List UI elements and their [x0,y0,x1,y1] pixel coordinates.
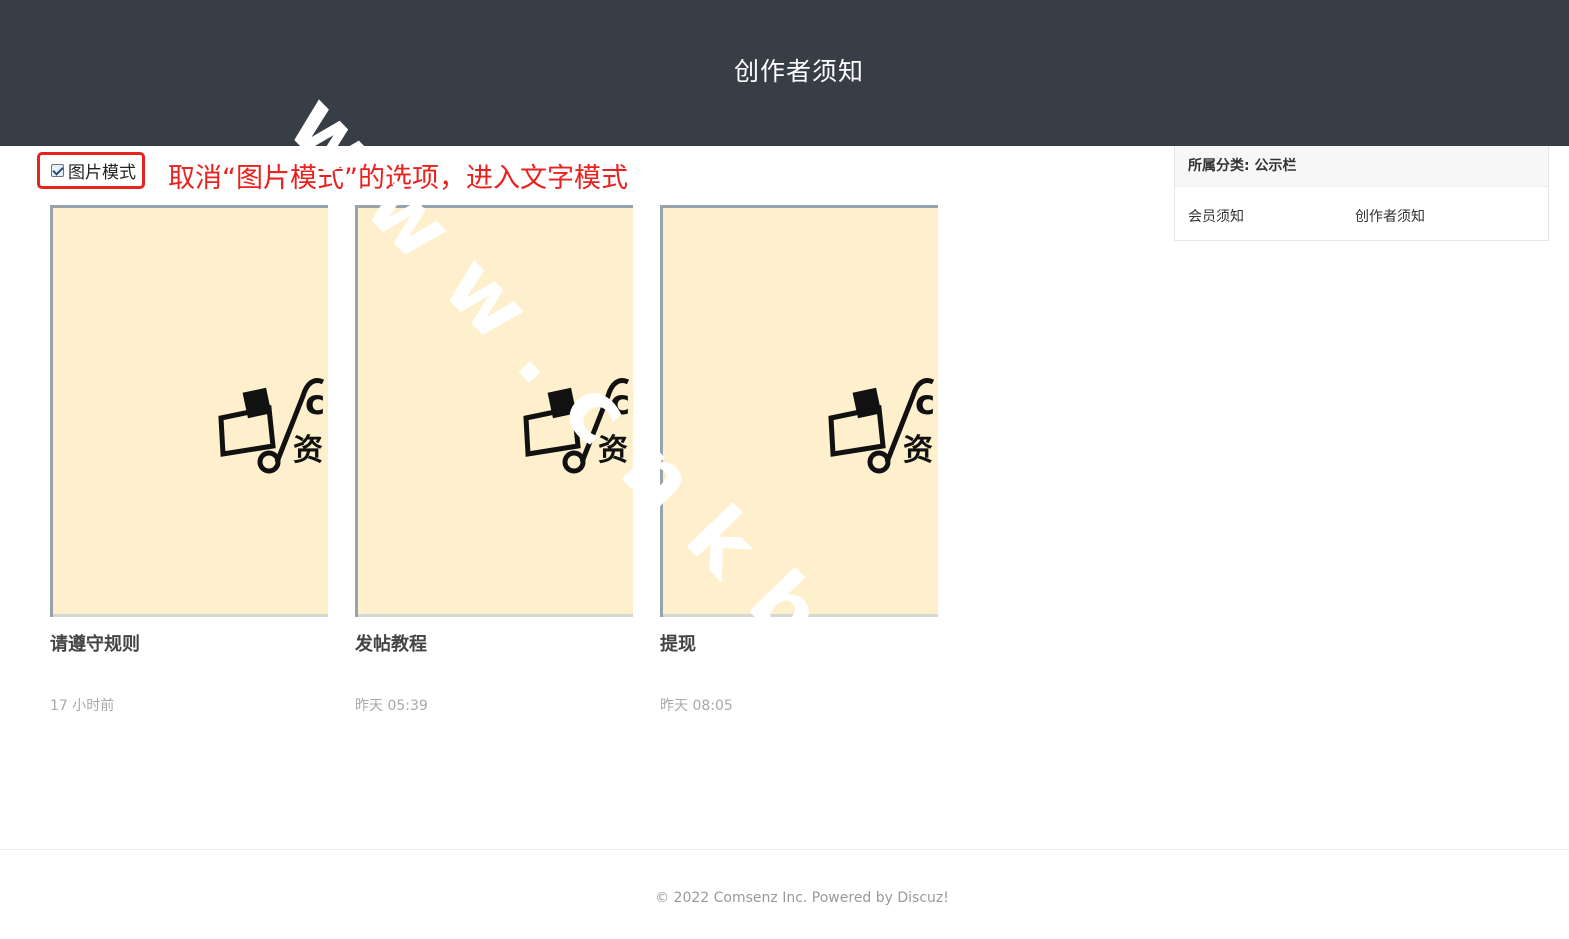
post-time: 17 小时前 [50,698,115,714]
svg-text:cr: cr [610,383,633,423]
delivery-cart-logo-icon: cr 资 [828,378,938,474]
annotation-hint: 取消“图片模式”的选项，进入文字模式 [168,163,628,194]
post-title[interactable]: 发帖教程 [355,630,427,656]
svg-text:资: 资 [598,433,628,468]
sidebar-link-creator-notice[interactable]: 创作者须知 [1355,206,1425,226]
footer-divider [0,849,1569,850]
post-thumbnail[interactable]: cr 资 [355,205,633,617]
image-mode-label: 图片模式 [68,163,136,183]
svg-text:cr: cr [305,383,328,423]
post-card[interactable]: cr 资 发帖教程 昨天 05:39 [355,205,633,714]
category-sidebar: 所属分类: 公示栏 会员须知 创作者须知 [1174,146,1549,241]
post-title[interactable]: 提现 [660,630,696,656]
post-time: 昨天 05:39 [355,698,428,714]
svg-text:资: 资 [903,433,933,468]
image-mode-toggle[interactable]: 图片模式 [37,152,145,189]
page-header: 创作者须知 [0,0,1569,146]
page-title: 创作者须知 [733,57,864,86]
post-title[interactable]: 请遵守规则 [50,630,140,656]
sidebar-heading: 所属分类: 公示栏 [1175,146,1548,187]
svg-text:资: 资 [293,433,323,468]
post-time: 昨天 08:05 [660,698,733,714]
sidebar-links: 会员须知 创作者须知 [1175,187,1548,241]
delivery-cart-logo-icon: cr 资 [218,378,328,474]
post-card[interactable]: cr 资 提现 昨天 08:05 [660,205,938,714]
image-mode-checkbox[interactable] [51,164,64,177]
sidebar-link-member-notice[interactable]: 会员须知 [1188,206,1244,226]
svg-text:cr: cr [915,383,938,423]
post-thumbnail[interactable]: cr 资 [50,205,328,617]
post-thumbnail[interactable]: cr 资 [660,205,938,617]
delivery-cart-logo-icon: cr 资 [523,378,633,474]
post-card[interactable]: cr 资 请遵守规则 17 小时前 [50,205,328,714]
footer-copyright: © 2022 Comsenz Inc. Powered by Discuz! [655,890,949,906]
